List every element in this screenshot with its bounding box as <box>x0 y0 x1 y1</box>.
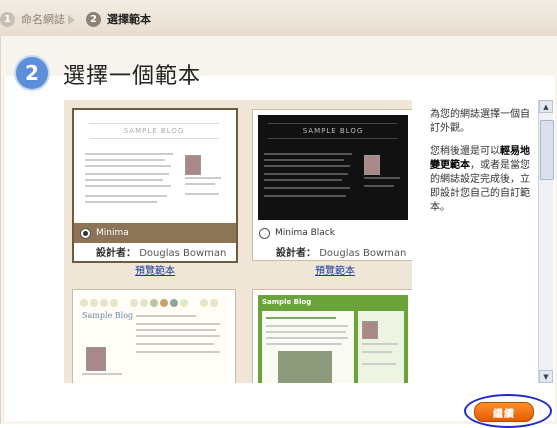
thumb-blog-title: SAMPLE BLOG <box>268 123 398 139</box>
step-badge: 2 <box>16 57 48 89</box>
radio-minima[interactable] <box>80 227 91 239</box>
template-option-minima[interactable]: Minima <box>74 223 236 243</box>
designer-name: Douglas Bowman <box>319 248 407 259</box>
template-name: Minima <box>96 228 129 238</box>
template-thumbnail-minima[interactable]: SAMPLE BLOG <box>79 115 229 220</box>
designer-credit-minima-black: 設計者： Douglas Bowman <box>276 244 406 259</box>
template-option-minima-black[interactable]: Minima Black <box>253 223 412 243</box>
step-label-1: 命名網誌 <box>21 13 65 26</box>
designer-label: 設計者： <box>96 248 136 259</box>
wizard-step-2: 2 選擇範本 <box>86 11 151 27</box>
avatar <box>185 155 201 175</box>
wizard-step-1: 1 命名網誌 <box>0 11 65 27</box>
step-number-2: 2 <box>86 11 101 27</box>
designer-label: 設計者： <box>276 248 316 259</box>
thumb-blog-title: SAMPLE BLOG <box>89 123 219 139</box>
help-paragraph-1: 為您的網誌選擇一個自訂外觀。 <box>430 109 530 134</box>
designer-name: Douglas Bowman <box>139 248 227 259</box>
preview-template-link-minima-black[interactable]: 預覽範本 <box>315 262 355 277</box>
designer-credit-minima: 設計者： Douglas Bowman <box>96 244 226 259</box>
template-list[interactable]: SAMPLE BLOG Minima 設計者： Douglas Bowman 預… <box>64 100 412 383</box>
avatar <box>86 347 106 371</box>
radio-minima-black[interactable] <box>259 227 270 239</box>
template-card-minima[interactable]: SAMPLE BLOG Minima <box>72 108 238 263</box>
scroll-up-icon[interactable]: ▲ <box>539 100 553 113</box>
template-thumbnail-green[interactable]: Sample Blog <box>258 295 408 383</box>
template-name: Minima Black <box>275 228 335 238</box>
scrollbar-thumb[interactable] <box>540 120 554 180</box>
continue-button[interactable]: 繼續 <box>474 402 534 422</box>
help-text: 為您的網誌選擇一個自訂外觀。 您稍後還是可以輕易地變更範本，或者是當您的網誌設定… <box>430 108 534 224</box>
thumb-blog-title: Sample Blog <box>82 311 134 320</box>
template-card-green[interactable]: Sample Blog <box>252 289 412 383</box>
avatar <box>364 155 380 175</box>
chevron-right-icon <box>68 15 75 25</box>
thumb-blog-title: Sample Blog <box>262 298 312 306</box>
scroll-down-icon[interactable]: ▼ <box>539 370 553 383</box>
template-thumbnail-minima-black[interactable]: SAMPLE BLOG <box>258 115 408 220</box>
step-number-1: 1 <box>0 11 15 27</box>
template-card-dots[interactable]: Sample Blog <box>72 289 236 383</box>
help-paragraph-2: 您稍後還是可以輕易地變更範本，或者是當您的網誌設定完成後，立即設計您自己的自訂範… <box>430 146 530 213</box>
preview-template-link-minima[interactable]: 預覽範本 <box>135 262 175 277</box>
template-list-scrollbar[interactable]: ▲ ▼ <box>538 100 554 383</box>
template-thumbnail-dots[interactable]: Sample Blog <box>78 295 228 383</box>
wizard-progress-bar: 1 命名網誌 2 選擇範本 <box>0 0 557 37</box>
step-label-2: 選擇範本 <box>107 13 151 26</box>
avatar <box>362 321 378 339</box>
template-card-minima-black[interactable]: SAMPLE BLOG Minima Black <box>252 109 412 261</box>
page-title: 選擇一個範本 <box>63 64 202 89</box>
